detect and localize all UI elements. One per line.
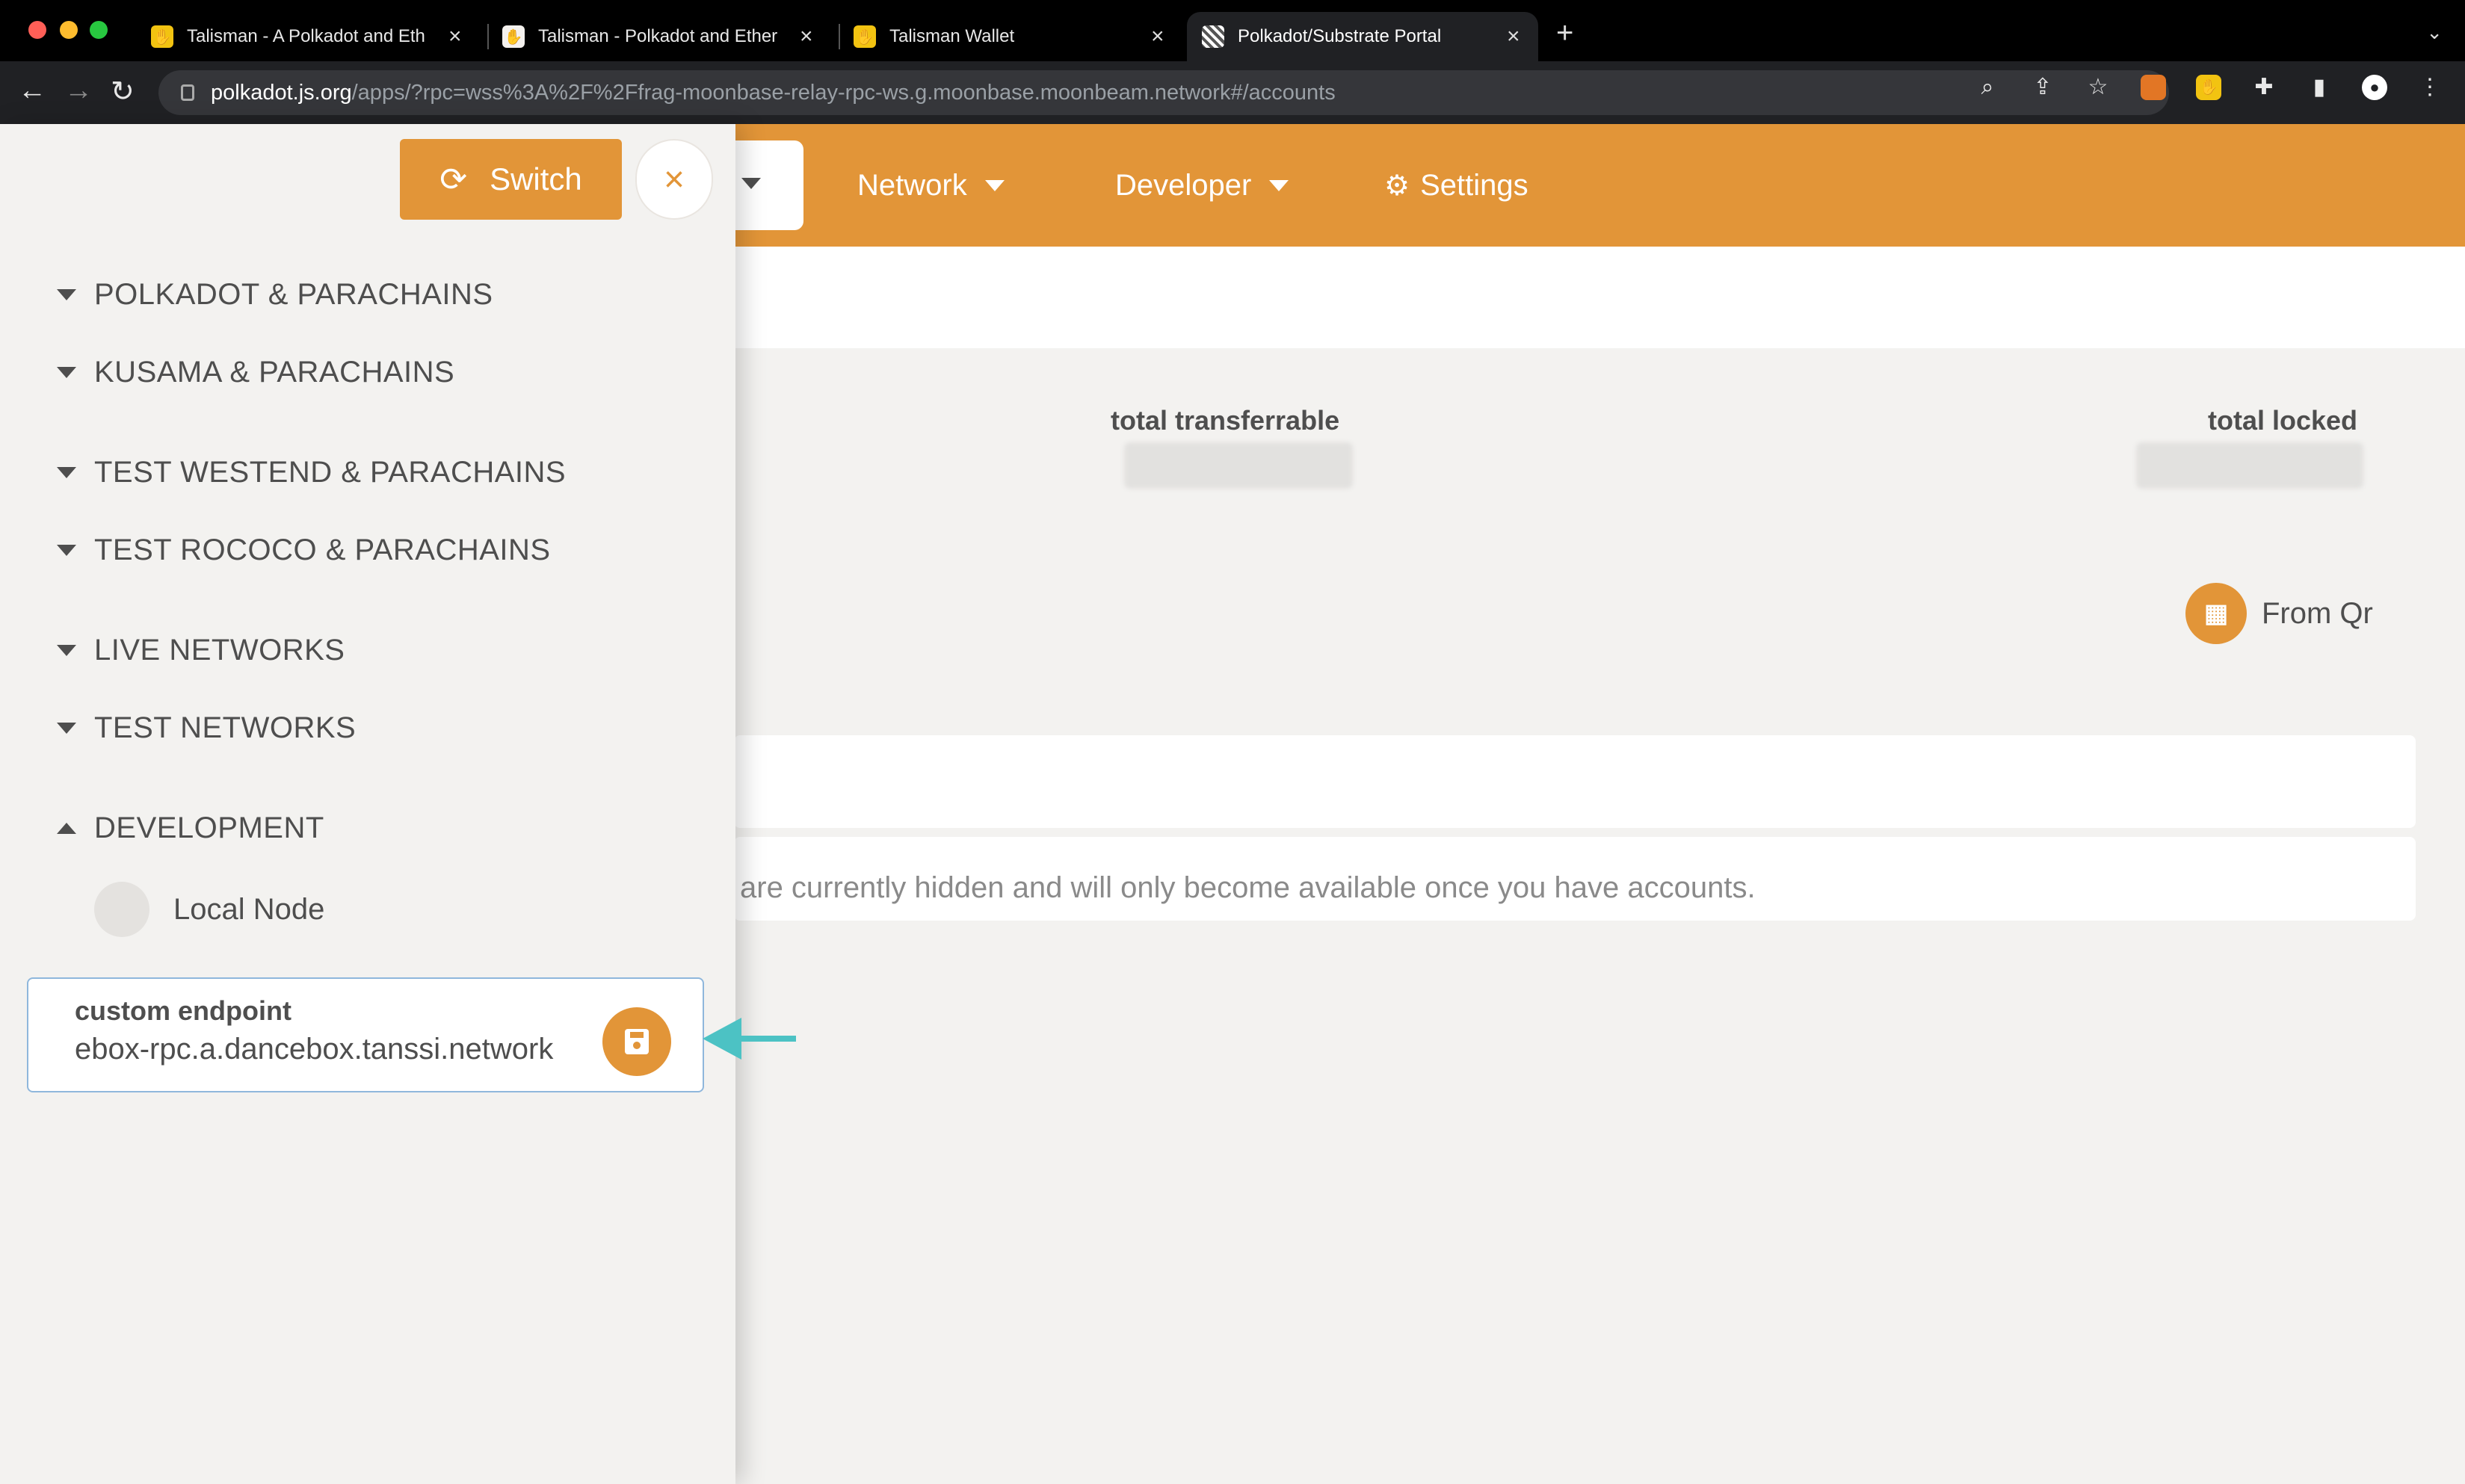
zoom-icon[interactable]: ⌕ — [1975, 75, 2000, 100]
caret-down-icon — [57, 289, 76, 300]
save-icon — [625, 1029, 649, 1054]
caret-down-icon — [57, 645, 76, 656]
group-development[interactable]: DEVELOPMENT — [57, 811, 324, 845]
total-locked-value — [2136, 442, 2363, 489]
profile-icon[interactable]: ● — [2362, 75, 2387, 100]
caret-down-icon — [57, 723, 76, 734]
tab-title: Talisman - Polkadot and Ether — [538, 26, 778, 46]
custom-endpoint-label: custom endpoint — [75, 995, 291, 1026]
new-tab-button[interactable]: + — [1556, 16, 1573, 50]
metamask-icon[interactable] — [2141, 75, 2166, 100]
group-label: LIVE NETWORKS — [94, 634, 345, 667]
url-path: /apps/?rpc=wss%3A%2F%2Ffrag-moonbase-rel… — [351, 80, 1336, 105]
group-label: TEST WESTEND & PARACHAINS — [94, 456, 567, 489]
zoom-window-button[interactable] — [90, 21, 108, 39]
accounts-table-header — [734, 735, 2416, 828]
custom-endpoint-input[interactable] — [75, 1033, 605, 1066]
talisman-favicon: ✋ — [151, 25, 173, 48]
total-locked-label: total locked — [2208, 405, 2358, 436]
browser-tab[interactable]: ✋ Talisman - Polkadot and Ether × — [487, 12, 831, 61]
talisman-icon[interactable]: ✋ — [2196, 75, 2221, 100]
nav-settings-label: Settings — [1420, 169, 1528, 202]
browser-tab[interactable]: ✋ Talisman - A Polkadot and Eth × — [136, 12, 480, 61]
chevron-down-icon — [984, 180, 1005, 191]
close-tab-icon[interactable]: × — [1507, 24, 1520, 49]
browser-toolbar: ← → ↻ polkadot.js.org /apps/?rpc=wss%3A%… — [0, 61, 2465, 124]
close-tab-icon[interactable]: × — [1151, 24, 1164, 49]
from-qr-button[interactable]: ▦ From Qr — [2185, 583, 2373, 644]
nav-settings[interactable]: ⚙ Settings — [1384, 169, 1528, 202]
from-qr-label: From Qr — [2262, 596, 2373, 630]
address-bar[interactable]: polkadot.js.org /apps/?rpc=wss%3A%2F%2Ff… — [158, 70, 2169, 115]
caret-down-icon — [57, 467, 76, 478]
talisman-favicon: ✋ — [502, 25, 525, 48]
chevron-down-icon — [741, 178, 761, 189]
close-tab-icon[interactable]: × — [448, 24, 462, 49]
group-test-networks[interactable]: TEST NETWORKS — [57, 711, 356, 745]
star-icon[interactable]: ☆ — [2085, 75, 2111, 100]
group-label: POLKADOT & PARACHAINS — [94, 278, 493, 311]
talisman-favicon: ✋ — [854, 25, 876, 48]
share-icon[interactable]: ⇪ — [2030, 75, 2055, 100]
group-kusama-parachains[interactable]: KUSAMA & PARACHAINS — [57, 356, 454, 389]
save-endpoint-button[interactable] — [602, 1007, 671, 1076]
group-label: KUSAMA & PARACHAINS — [94, 356, 455, 389]
lock-icon — [181, 84, 194, 101]
endpoint-selector-drawer: ⟳ Switch × POLKADOT & PARACHAINS KUSAMA … — [0, 124, 735, 1484]
forward-icon[interactable]: → — [64, 75, 93, 107]
caret-down-icon — [57, 545, 76, 556]
tab-title: Talisman - A Polkadot and Eth — [187, 26, 425, 46]
group-polkadot-parachains[interactable]: POLKADOT & PARACHAINS — [57, 278, 493, 312]
close-tab-icon[interactable]: × — [800, 24, 813, 49]
endpoint-local-node[interactable]: Local Node — [94, 882, 324, 937]
endpoint-label: Local Node — [173, 892, 325, 926]
nav-network[interactable]: Network — [857, 169, 1005, 202]
network-logo — [94, 882, 149, 937]
tab-title: Polkadot/Substrate Portal — [1238, 26, 1442, 46]
back-icon[interactable]: ← — [18, 75, 46, 107]
extensions-icon[interactable]: ✚ — [2251, 75, 2277, 100]
toolbar-icons: ⌕ ⇪ ☆ ✋ ✚ ▮ ● ⋮ — [1975, 75, 2443, 100]
group-live-networks[interactable]: LIVE NETWORKS — [57, 634, 345, 667]
tab-title: Talisman Wallet — [889, 26, 1015, 46]
total-transferrable-label: total transferrable — [1111, 405, 1340, 436]
switch-button[interactable]: ⟳ Switch — [400, 139, 622, 220]
reload-icon[interactable]: ↻ — [111, 75, 135, 108]
caret-down-icon — [57, 367, 76, 378]
hidden-accounts-hint: are currently hidden and will only becom… — [740, 871, 1756, 904]
group-label: TEST ROCOCO & PARACHAINS — [94, 534, 551, 566]
nav-network-label: Network — [857, 169, 967, 202]
group-test-westend-parachains[interactable]: TEST WESTEND & PARACHAINS — [57, 456, 566, 489]
browser-tab[interactable]: ✋ Talisman Wallet × — [839, 12, 1182, 61]
annotation-arrow-icon — [703, 1018, 796, 1060]
group-label: DEVELOPMENT — [94, 811, 324, 844]
custom-endpoint-field: custom endpoint — [27, 977, 704, 1092]
url-host: polkadot.js.org — [211, 80, 352, 105]
close-drawer-button[interactable]: × — [635, 139, 713, 220]
close-window-button[interactable] — [28, 21, 46, 39]
tab-search-icon[interactable]: ⌄ — [2426, 21, 2443, 44]
total-transferrable-value — [1124, 442, 1353, 489]
minimize-window-button[interactable] — [60, 21, 78, 39]
group-label: TEST NETWORKS — [94, 711, 357, 744]
sidepanel-icon[interactable]: ▮ — [2307, 75, 2332, 100]
browser-tab-bar: ✋ Talisman - A Polkadot and Eth × ✋ Tali… — [0, 0, 2465, 61]
nav-developer[interactable]: Developer — [1115, 169, 1289, 202]
gears-icon: ⚙ — [1384, 170, 1410, 202]
sync-icon: ⟳ — [439, 161, 468, 198]
menu-icon[interactable]: ⋮ — [2417, 75, 2443, 100]
group-test-rococo-parachains[interactable]: TEST ROCOCO & PARACHAINS — [57, 534, 551, 567]
browser-tab-active[interactable]: Polkadot/Substrate Portal × — [1187, 12, 1538, 61]
polkadot-js-favicon — [1202, 25, 1224, 48]
switch-label: Switch — [490, 161, 582, 197]
nav-developer-label: Developer — [1115, 169, 1252, 202]
chevron-down-icon — [1269, 180, 1289, 191]
qr-code-icon: ▦ — [2185, 583, 2247, 644]
caret-up-icon — [57, 823, 76, 834]
